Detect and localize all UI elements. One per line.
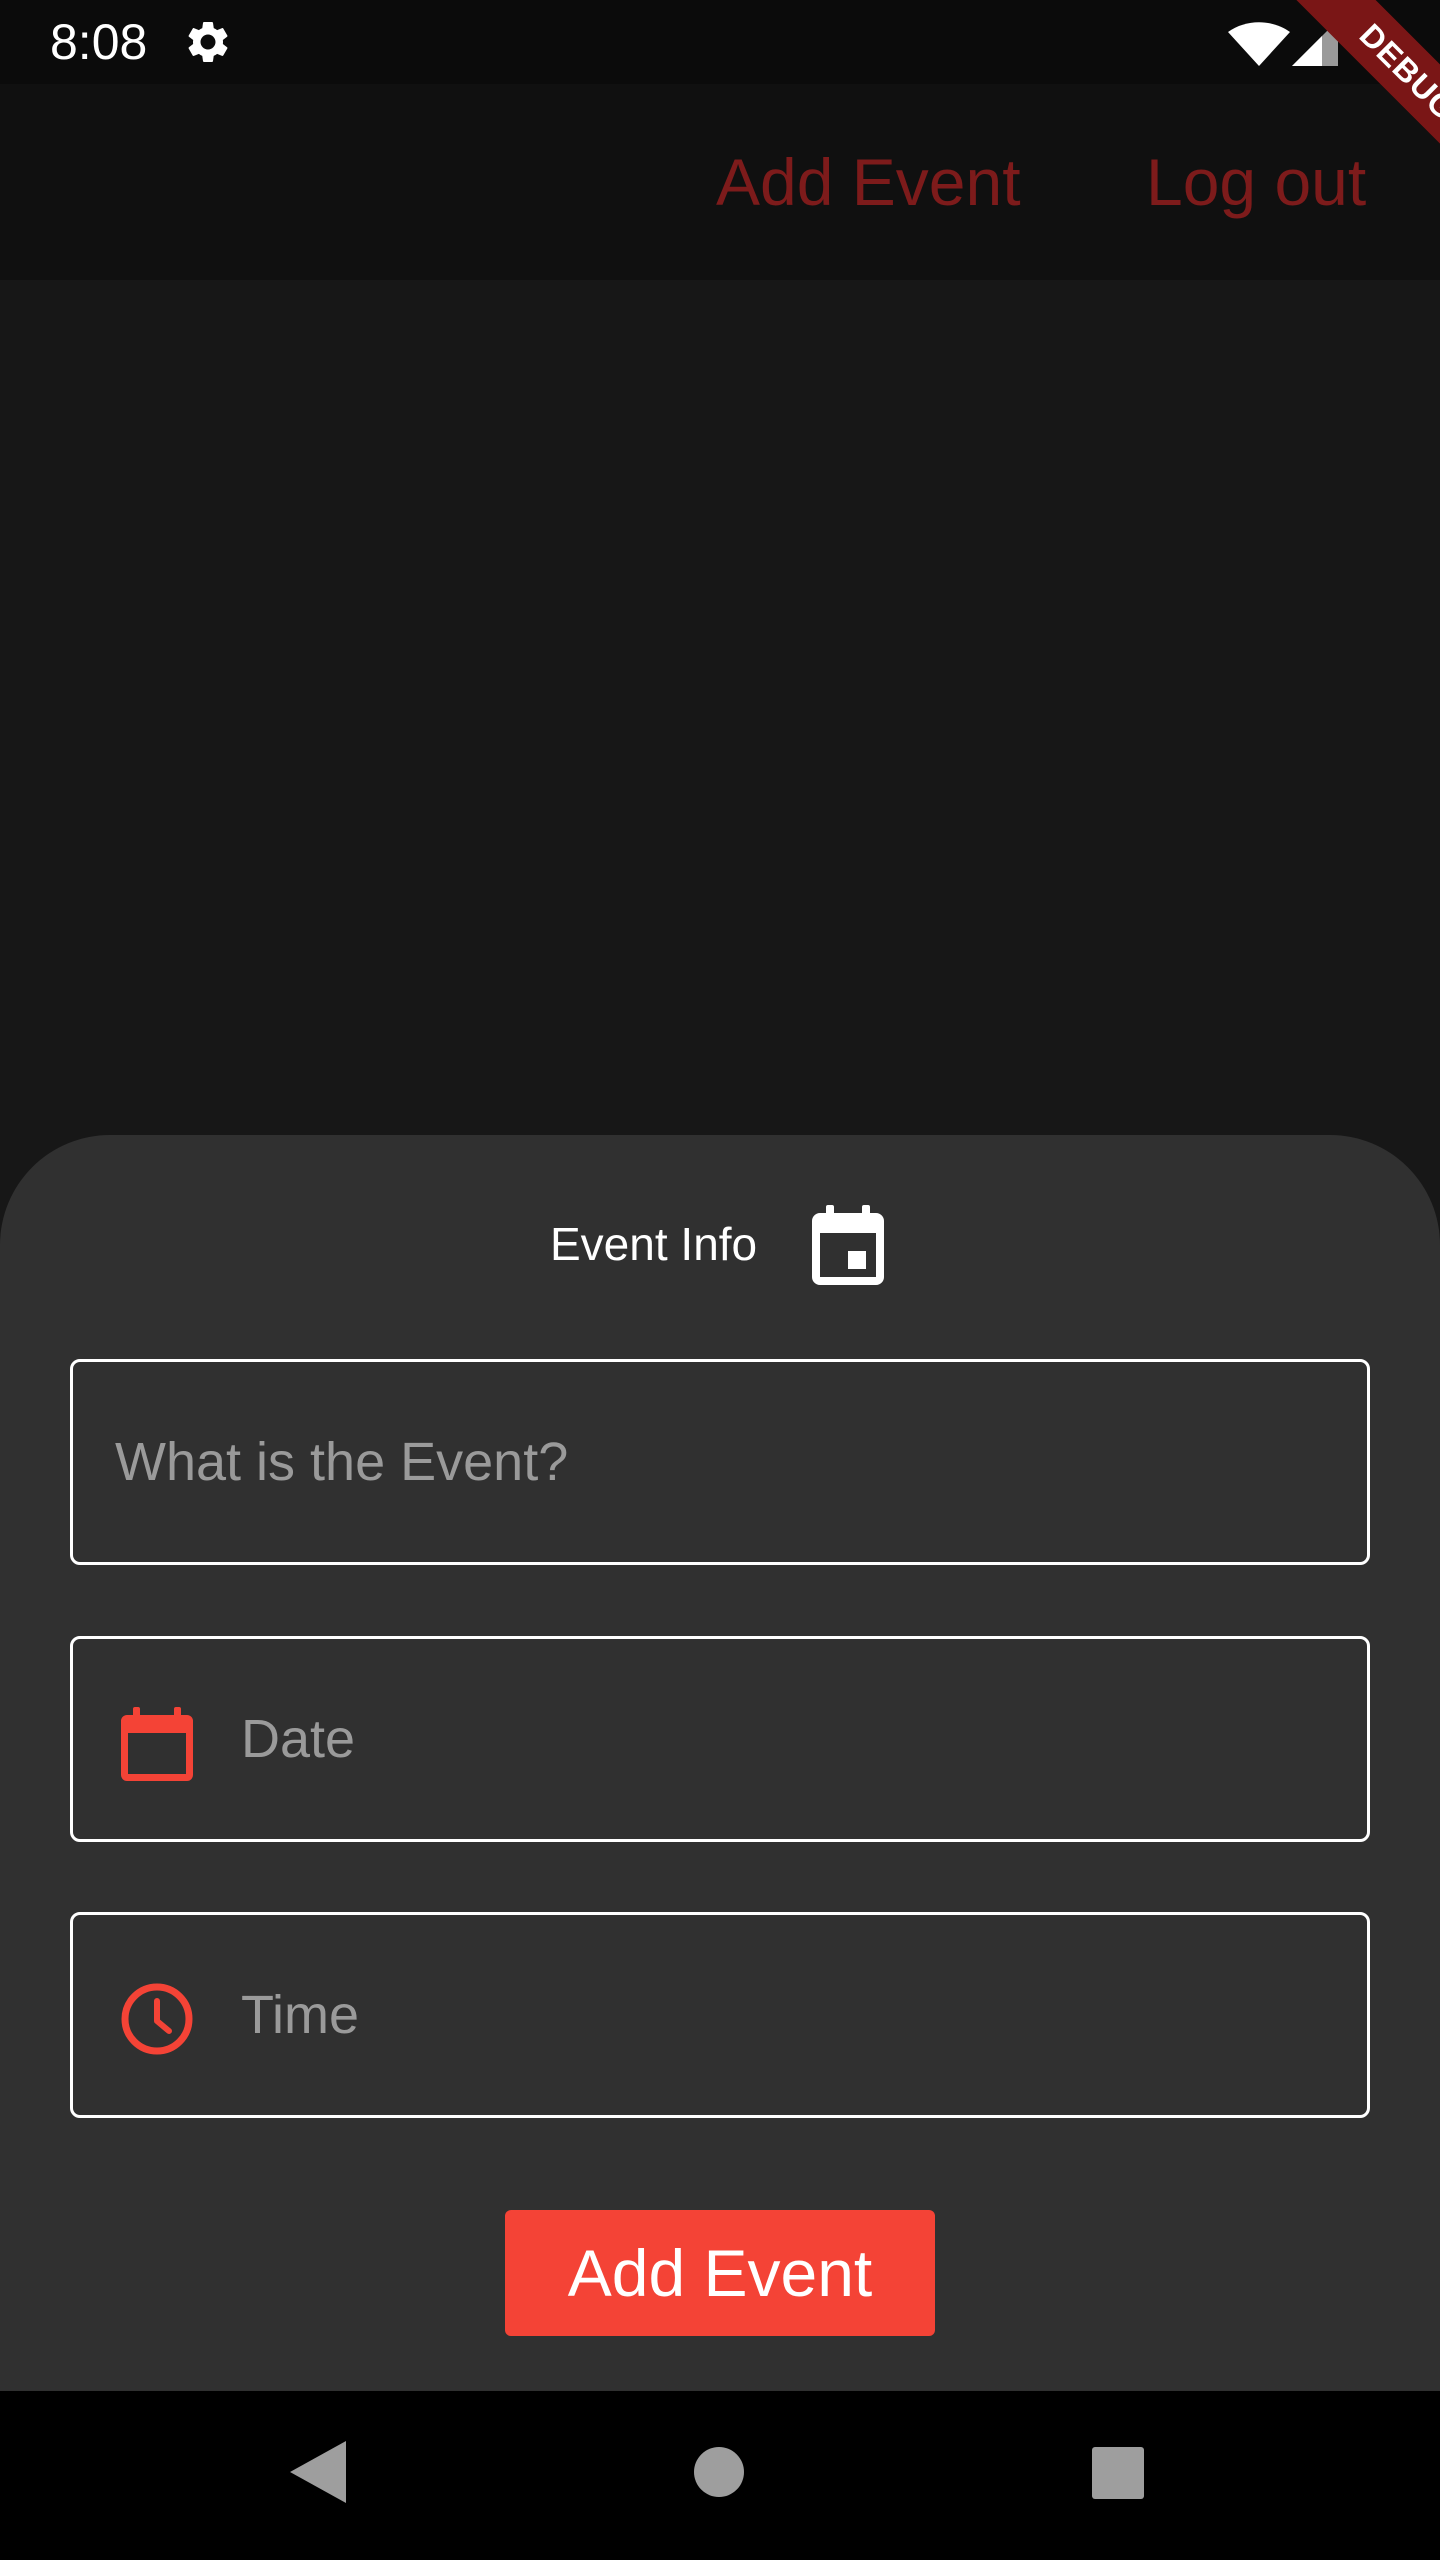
battery-icon <box>1362 18 1390 66</box>
cell-signal-icon <box>1292 20 1338 66</box>
sheet-header: Event Info <box>0 1205 1440 1287</box>
app-bar-logout-button[interactable]: Log out <box>1146 144 1366 220</box>
app-bar: Add Event Log out <box>0 84 1440 280</box>
add-event-submit-button[interactable]: Add Event <box>505 2210 935 2336</box>
recents-icon[interactable] <box>1092 2447 1144 2499</box>
status-bar: 8:08 <box>0 0 1440 84</box>
time-input[interactable] <box>239 1915 1337 2115</box>
event-name-field[interactable] <box>70 1359 1370 1565</box>
system-navigation-bar <box>0 2391 1440 2560</box>
settings-gear-icon <box>188 21 228 62</box>
calendar-event-icon <box>812 1205 884 1285</box>
back-icon[interactable] <box>290 2441 346 2503</box>
calendar-icon <box>121 1707 193 1781</box>
event-bottom-sheet: Event Info Add Event <box>0 1135 1440 2391</box>
clock-icon <box>121 1983 193 2055</box>
event-name-input[interactable] <box>113 1362 1337 1562</box>
date-field[interactable] <box>70 1636 1370 1842</box>
status-time: 8:08 <box>50 14 148 70</box>
home-icon[interactable] <box>694 2447 744 2497</box>
app-bar-add-event-button[interactable]: Add Event <box>716 144 1021 220</box>
date-input[interactable] <box>239 1639 1337 1839</box>
wifi-icon <box>1228 22 1290 66</box>
sheet-title: Event Info <box>550 1218 758 1270</box>
time-field[interactable] <box>70 1912 1370 2118</box>
